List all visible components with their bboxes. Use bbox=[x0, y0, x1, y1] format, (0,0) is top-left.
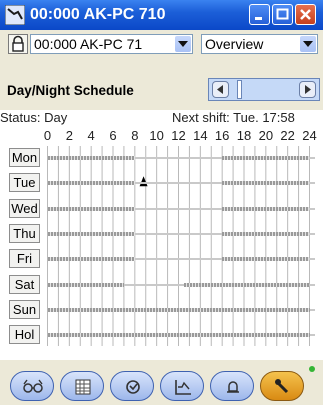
toolbar: 00:000 AK-PC 71 Overview bbox=[0, 30, 323, 58]
slider-thumb[interactable] bbox=[237, 80, 242, 99]
nav-button-chart[interactable] bbox=[160, 371, 204, 401]
device-select-value: 00:000 AK-PC 71 bbox=[34, 36, 143, 52]
title-bar: 00:000 AK-PC 710 bbox=[0, 0, 323, 30]
day-button-sun[interactable]: Sun bbox=[9, 299, 40, 319]
hour-label-18: 18 bbox=[236, 128, 252, 143]
hour-label-8: 8 bbox=[131, 128, 139, 143]
schedule-segment-mon-0[interactable] bbox=[47, 156, 135, 160]
hour-label-20: 20 bbox=[258, 128, 274, 143]
view-select-value: Overview bbox=[205, 36, 264, 52]
minimize-icon bbox=[255, 17, 262, 20]
nav-button-bell[interactable] bbox=[210, 371, 254, 401]
nav-button-grid[interactable] bbox=[60, 371, 104, 401]
chart-icon bbox=[175, 380, 191, 395]
schedule-segment-sat-0[interactable] bbox=[47, 282, 124, 287]
page-title: Day/Night Schedule bbox=[7, 83, 134, 98]
hour-label-10: 10 bbox=[149, 128, 164, 143]
close-icon bbox=[300, 9, 311, 20]
arrow-right-icon bbox=[305, 85, 311, 94]
glasses-icon bbox=[23, 379, 43, 393]
maximize-button[interactable] bbox=[272, 4, 293, 25]
status-led-icon bbox=[309, 366, 315, 372]
day-button-thu[interactable]: Thu bbox=[9, 223, 40, 243]
hour-label-16: 16 bbox=[214, 128, 230, 143]
hour-label-4: 4 bbox=[87, 128, 95, 143]
day-button-sat[interactable]: Sat bbox=[9, 274, 40, 294]
lock-icon bbox=[12, 35, 24, 52]
wrench-icon bbox=[126, 380, 140, 394]
hour-axis: 0 2 4 6 8 10 12 14 16 18 20 22 24 bbox=[0, 128, 323, 144]
device-select[interactable]: 00:000 AK-PC 71 bbox=[30, 34, 193, 54]
hour-label-0: 0 bbox=[43, 128, 52, 143]
day-button-hol[interactable]: Hol bbox=[9, 325, 40, 345]
hour-label-2: 2 bbox=[65, 128, 73, 143]
bell-icon bbox=[227, 381, 239, 393]
day-button-mon[interactable]: Mon bbox=[9, 148, 40, 167]
current-time-marker bbox=[139, 176, 148, 187]
schedule-segment-hol-0[interactable] bbox=[47, 333, 310, 338]
lock-button[interactable] bbox=[8, 34, 28, 54]
schedule-segment-tue-0[interactable] bbox=[47, 181, 135, 186]
schedule-gridlines bbox=[47, 146, 310, 346]
window-title: 00:000 AK-PC 710 bbox=[30, 6, 166, 23]
view-dropdown-arrow[interactable] bbox=[300, 36, 316, 52]
close-button[interactable] bbox=[295, 4, 316, 25]
service-tool-icon bbox=[275, 379, 289, 394]
day-button-wed[interactable]: Wed bbox=[9, 198, 40, 218]
day-button-fri[interactable]: Fri bbox=[9, 249, 40, 269]
schedule-segment-mon-1[interactable] bbox=[222, 156, 310, 160]
schedule-grid: Mon Tue Wed Thu Fri Sat Sun Hol bbox=[0, 146, 323, 356]
maximize-icon bbox=[276, 8, 289, 20]
hour-label-14: 14 bbox=[193, 128, 208, 143]
time-slider[interactable] bbox=[208, 78, 320, 101]
schedule-segment-thu-1[interactable] bbox=[222, 231, 310, 236]
chevron-down-icon bbox=[178, 41, 188, 47]
chevron-down-icon bbox=[303, 41, 313, 47]
day-button-tue[interactable]: Tue bbox=[9, 173, 40, 193]
bottom-nav bbox=[0, 360, 323, 405]
schedule-segment-fri-1[interactable] bbox=[222, 257, 310, 262]
hour-label-22: 22 bbox=[280, 128, 295, 143]
device-dropdown-arrow[interactable] bbox=[175, 36, 191, 52]
arrow-left-icon bbox=[217, 85, 223, 94]
nav-button-service-tool[interactable] bbox=[260, 371, 304, 401]
schedule-segment-sun-0[interactable] bbox=[47, 307, 310, 312]
hour-label-6: 6 bbox=[109, 128, 117, 143]
view-select[interactable]: Overview bbox=[201, 34, 318, 54]
status-text: Status: Day bbox=[0, 110, 68, 125]
next-shift-text: Next shift: Tue. 17:58 bbox=[172, 110, 295, 125]
schedule-segment-fri-0[interactable] bbox=[47, 257, 135, 262]
slider-left-button[interactable] bbox=[212, 81, 229, 98]
grid-icon bbox=[75, 379, 91, 395]
schedule-segment-wed-1[interactable] bbox=[222, 206, 310, 211]
schedule-segment-thu-0[interactable] bbox=[47, 231, 135, 236]
schedule-segment-wed-0[interactable] bbox=[47, 206, 135, 211]
nav-button-wrench[interactable] bbox=[110, 371, 154, 401]
page-header: Day/Night Schedule bbox=[0, 58, 323, 110]
hour-label-12: 12 bbox=[171, 128, 186, 143]
schedule-segment-sat-1[interactable] bbox=[183, 282, 310, 287]
slider-right-button[interactable] bbox=[299, 81, 316, 98]
minimize-button[interactable] bbox=[249, 4, 270, 25]
nav-button-glasses[interactable] bbox=[10, 371, 54, 401]
app-icon bbox=[5, 5, 25, 25]
schedule-segment-tue-1[interactable] bbox=[222, 181, 310, 186]
hour-label-24: 24 bbox=[302, 128, 317, 143]
